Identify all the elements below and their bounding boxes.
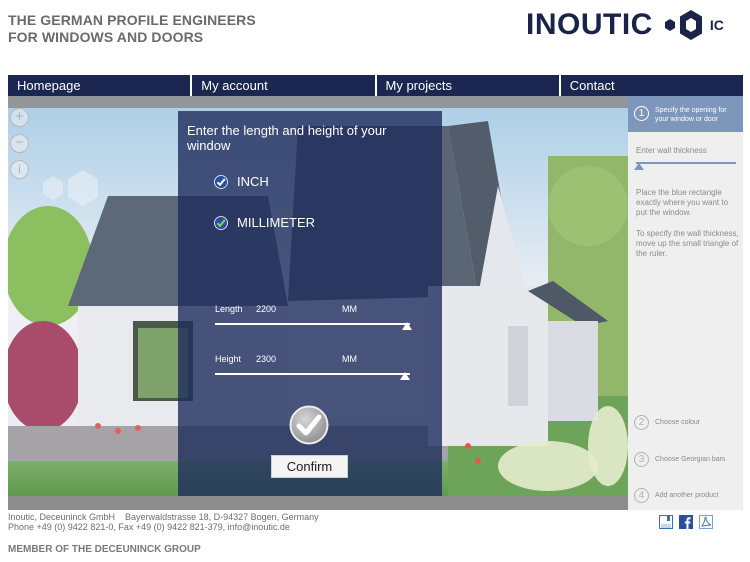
tagline-line-2: FOR WINDOWS AND DOORS: [8, 29, 204, 45]
step-4-add-product[interactable]: 4 Add another product: [628, 486, 743, 506]
step-number-3: 3: [634, 452, 649, 467]
unit-label-inch: INCH: [237, 174, 269, 189]
footer-address: Inoutic, Deceuninck GmbH Bayerwaldstrass…: [8, 512, 319, 522]
dimensions-dialog: Enter the length and height of your wind…: [178, 111, 442, 496]
zoom-out-button[interactable]: −: [10, 134, 29, 153]
main-nav: Homepage My account My projects Contact: [8, 75, 743, 96]
height-unit: MM: [342, 354, 357, 364]
step-2-choose-colour[interactable]: 2 Choose colour: [628, 413, 743, 433]
unit-option-millimeter[interactable]: MILLIMETER: [214, 215, 315, 230]
wall-thickness-label: Enter wall thickness: [636, 146, 707, 155]
step-2-text: Choose colour: [655, 419, 701, 426]
nav-contact[interactable]: Contact: [558, 75, 743, 96]
footer-contact: Phone +49 (0) 9422 821-0, Fax +49 (0) 94…: [8, 522, 290, 532]
instruction-text-1: Place the blue rectangle exactly where y…: [636, 188, 729, 217]
height-slider-thumb[interactable]: [400, 372, 410, 380]
length-slider-track[interactable]: [215, 323, 410, 325]
info-button[interactable]: i: [10, 160, 29, 179]
unit-label-millimeter: MILLIMETER: [237, 215, 316, 230]
facebook-icon[interactable]: [679, 515, 693, 529]
member-of-group: MEMBER OF THE DECEUNINCK GROUP: [8, 544, 201, 555]
nav-my-account[interactable]: My account: [190, 75, 374, 96]
inoutic-logo[interactable]: INOUTIC IC: [526, 8, 724, 42]
height-slider-track[interactable]: [215, 373, 410, 375]
step-3-text: Choose Georgian bars: [655, 456, 726, 463]
save-icon[interactable]: [659, 515, 673, 529]
checkbox-checked-icon[interactable]: [214, 174, 228, 189]
instruction-text-2: To specify the wall thickness, move up t…: [636, 229, 739, 258]
checkbox-checked-icon[interactable]: [214, 215, 228, 230]
step-number-4: 4: [634, 488, 649, 503]
wall-thickness-ruler[interactable]: [636, 162, 736, 164]
length-slider-thumb[interactable]: [402, 322, 412, 330]
step-number-2: 2: [634, 415, 649, 430]
height-label: Height: [215, 354, 242, 364]
step-4-text: Add another product: [655, 492, 719, 499]
steps-sidebar: 1 Specify the opening for your window or…: [628, 96, 743, 510]
stage-top-bar: [8, 96, 628, 108]
share-icons: [659, 515, 713, 529]
step-3-georgian-bars[interactable]: 3 Choose Georgian bars: [628, 450, 743, 470]
logo-text: INOUTIC: [526, 8, 653, 41]
step-number-1: 1: [634, 106, 649, 121]
pdf-icon[interactable]: [699, 515, 713, 529]
wall-thickness-thumb[interactable]: [634, 163, 644, 170]
hexagon-logo-icon: [663, 8, 707, 42]
step-1-active[interactable]: 1 Specify the opening for your window or…: [628, 96, 743, 132]
dialog-title: Enter the length and height of your wind…: [187, 123, 387, 153]
confirm-button[interactable]: Confirm: [271, 455, 348, 478]
length-value[interactable]: 2200: [256, 304, 276, 314]
height-value[interactable]: 2300: [256, 354, 276, 364]
zoom-in-button[interactable]: +: [10, 108, 29, 127]
length-label: Length: [215, 304, 243, 314]
logo-suffix: IC: [709, 17, 724, 33]
length-unit: MM: [342, 304, 357, 314]
stage-bottom-bar: [8, 496, 628, 510]
confirm-check-icon[interactable]: [289, 405, 329, 445]
nav-my-projects[interactable]: My projects: [374, 75, 559, 96]
unit-option-inch[interactable]: INCH: [214, 174, 269, 189]
nav-homepage[interactable]: Homepage: [8, 75, 190, 96]
tagline-line-1: THE GERMAN PROFILE ENGINEERS: [8, 12, 256, 28]
step-1-text: Specify the opening for your window or d…: [655, 107, 727, 123]
tagline: THE GERMAN PROFILE ENGINEERS FOR WINDOWS…: [8, 12, 256, 46]
